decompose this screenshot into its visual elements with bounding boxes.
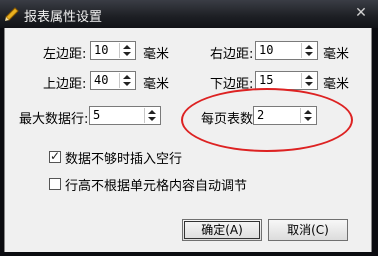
window-bottom-edge [0, 252, 378, 256]
spin-down-icon[interactable] [148, 117, 156, 121]
spin-down-icon[interactable] [123, 52, 131, 56]
close-icon[interactable]: ✕ [352, 4, 370, 22]
spinner-arrows[interactable] [144, 108, 159, 123]
left-margin-label: 左边距: [43, 47, 87, 62]
top-margin-value[interactable]: 40 [94, 73, 108, 87]
spinner-arrows[interactable] [301, 43, 316, 58]
spinner-arrows[interactable] [119, 43, 134, 58]
top-margin-label: 上边距: [43, 77, 87, 92]
app-icon [5, 7, 19, 21]
top-margin-spinner[interactable]: 40 [90, 71, 136, 90]
right-margin-label: 右边距: [210, 47, 254, 62]
right-margin-spinner[interactable]: 10 [255, 41, 318, 60]
spin-up-icon[interactable] [305, 45, 313, 49]
insert-blank-label[interactable]: 数据不够时插入空行 [65, 148, 182, 167]
ok-button[interactable]: 确定(A) [182, 219, 262, 241]
max-rows-label: 最大数据行: [19, 112, 89, 127]
max-rows-spinner[interactable]: 5 [89, 106, 161, 125]
bottom-margin-unit: 毫米 [323, 77, 350, 92]
right-margin-unit: 毫米 [323, 47, 350, 62]
window-title: 报表属性设置 [24, 10, 103, 25]
insert-blank-checkbox[interactable] [49, 149, 61, 163]
left-margin-value[interactable]: 10 [94, 43, 108, 57]
spin-down-icon[interactable] [305, 82, 313, 86]
cancel-button[interactable]: 取消(C) [268, 219, 348, 241]
dialog-body: 左边距: 10 毫米 右边距: 10 毫米 上边距: 40 毫米 下边距: 15… [4, 28, 372, 252]
top-margin-unit: 毫米 [143, 77, 170, 92]
spin-down-icon[interactable] [305, 52, 313, 56]
spin-up-icon[interactable] [123, 75, 131, 79]
spinner-arrows[interactable] [119, 73, 134, 88]
highlight-ellipse [181, 88, 353, 152]
auto-height-label[interactable]: 行高不根据单元格内容自动调节 [65, 175, 247, 194]
max-rows-value[interactable]: 5 [93, 108, 100, 122]
spinner-arrows[interactable] [301, 73, 316, 88]
title-bar: 报表属性设置 ✕ [0, 0, 378, 28]
bottom-margin-value[interactable]: 15 [259, 73, 273, 87]
right-margin-value[interactable]: 10 [259, 43, 273, 57]
spin-down-icon[interactable] [123, 82, 131, 86]
auto-height-checkbox[interactable] [49, 178, 61, 190]
left-margin-unit: 毫米 [143, 47, 170, 62]
spin-up-icon[interactable] [148, 110, 156, 114]
spin-up-icon[interactable] [305, 75, 313, 79]
spin-up-icon[interactable] [123, 45, 131, 49]
left-margin-spinner[interactable]: 10 [90, 41, 136, 60]
